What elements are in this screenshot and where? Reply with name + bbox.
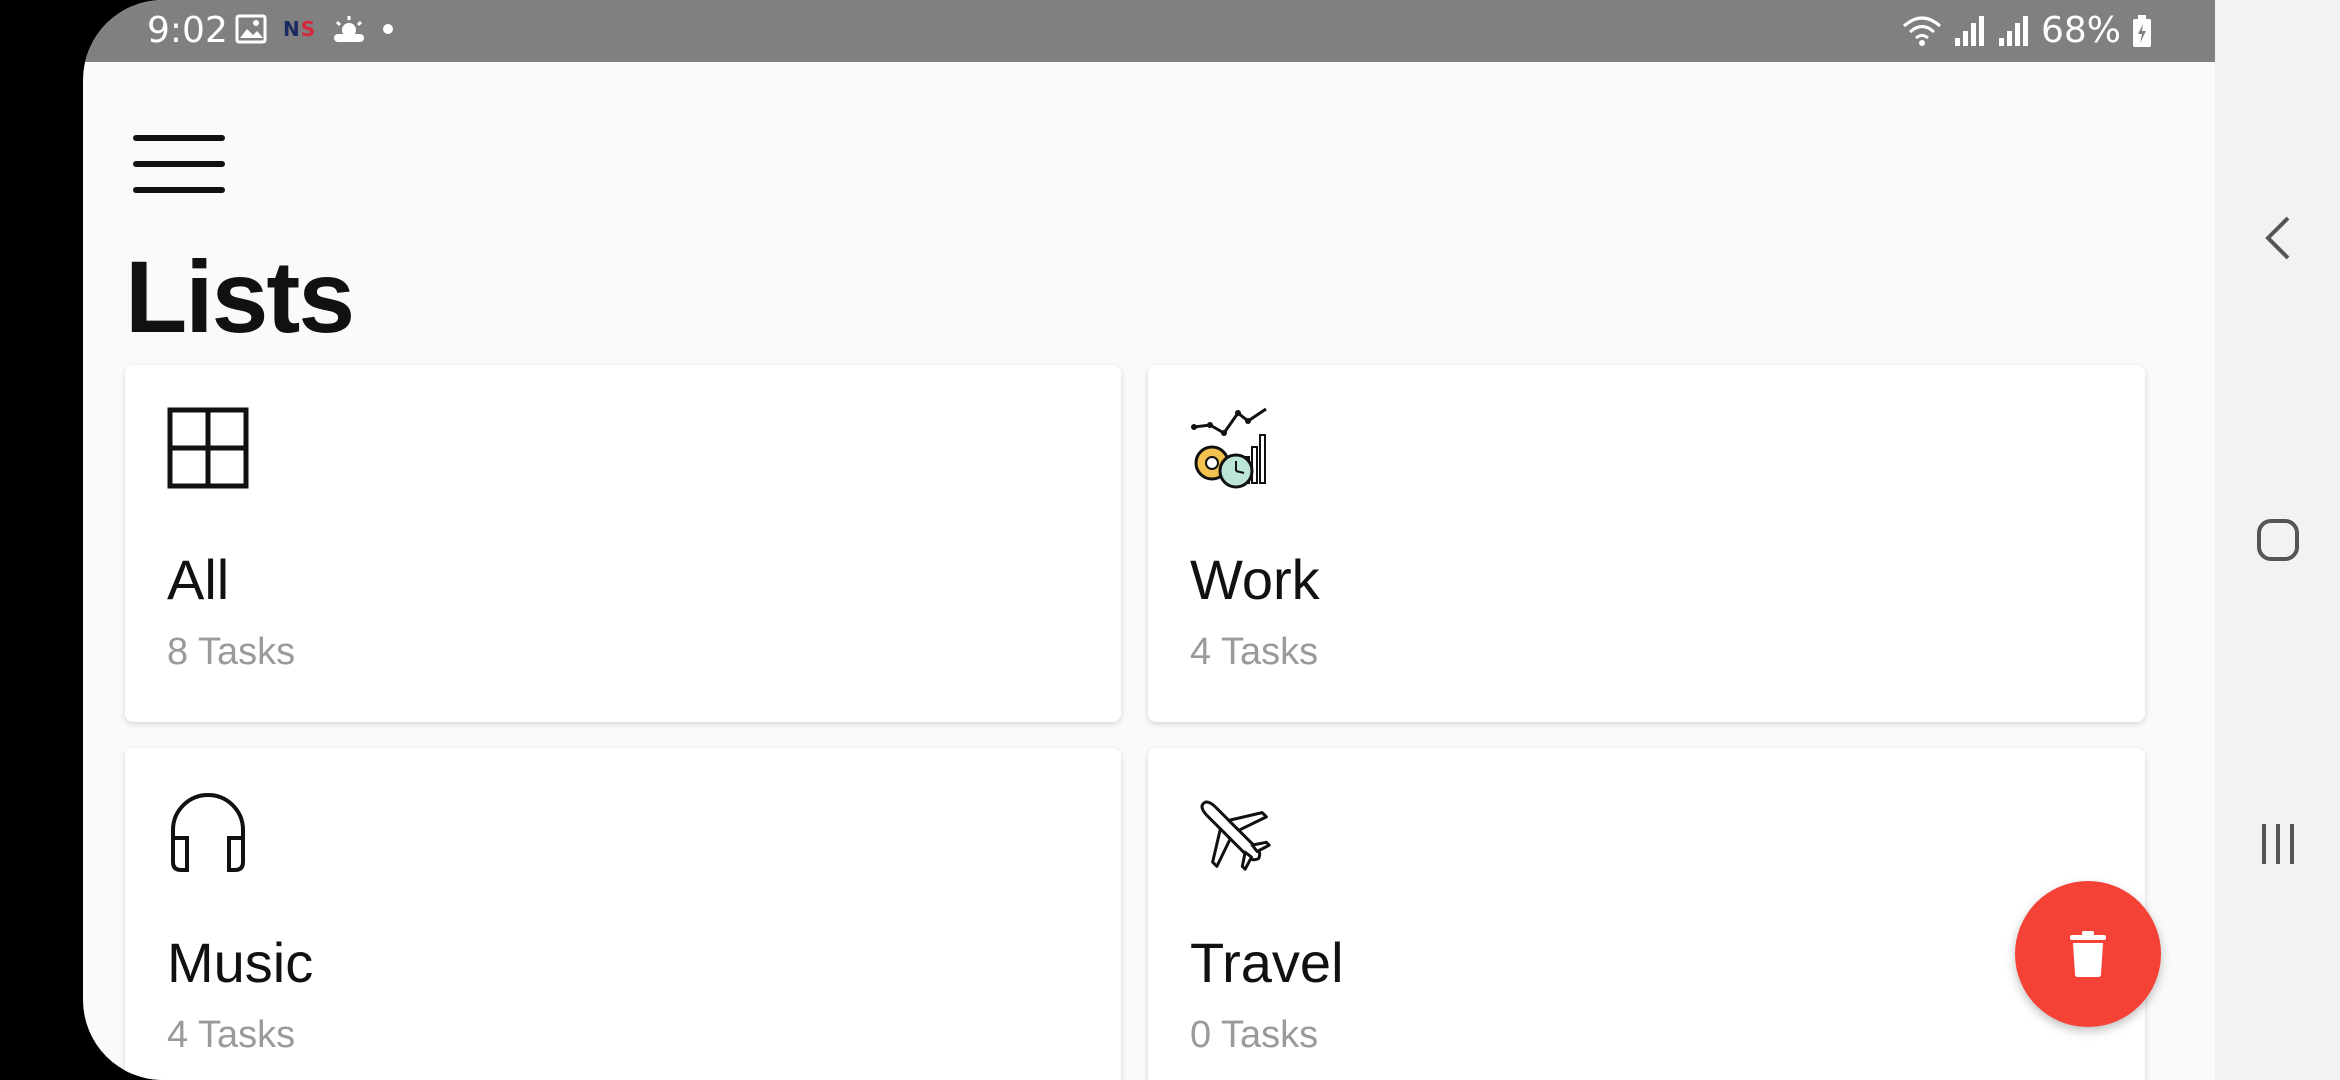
- airplane-icon: [1190, 790, 1272, 872]
- weather-icon: [334, 16, 365, 42]
- work-analytics-icon: [1190, 407, 1272, 489]
- list-task-count: 8 Tasks: [167, 631, 296, 673]
- status-time: 9:02: [147, 10, 228, 51]
- status-right: 68%: [1901, 10, 2153, 51]
- list-name: All: [167, 548, 230, 611]
- signal-icon: [1998, 15, 2028, 46]
- status-bar: 9:02 NS 68%: [83, 0, 2215, 62]
- list-task-count: 4 Tasks: [1190, 631, 1319, 673]
- ns-logo: NS: [283, 17, 317, 41]
- dot-icon: [383, 24, 394, 34]
- list-task-count: 4 Tasks: [167, 1014, 296, 1056]
- list-name: Music: [167, 931, 314, 994]
- list-name: Work: [1190, 548, 1320, 611]
- battery-icon: [2133, 14, 2151, 47]
- list-card-all[interactable]: All 8 Tasks: [125, 365, 1121, 722]
- wifi-icon: [1902, 16, 1941, 46]
- list-card-music[interactable]: Music 4 Tasks: [125, 748, 1121, 1080]
- status-left-icons: NS: [235, 14, 394, 44]
- trash-icon: [2070, 931, 2106, 977]
- app-screen: 9:02 NS 68% Lists All 8 Tasks Work 4 Tas…: [83, 0, 2215, 1080]
- device: 9:02 NS 68% Lists All 8 Tasks Work 4 Tas…: [0, 0, 2340, 1080]
- image-icon: [235, 14, 267, 44]
- battery-percent: 68%: [2040, 10, 2121, 51]
- list-card-travel[interactable]: Travel 0 Tasks: [1148, 748, 2145, 1080]
- grid-icon: [167, 407, 249, 489]
- list-name: Travel: [1190, 931, 1344, 994]
- signal-icon: [1954, 15, 1984, 46]
- home-icon[interactable]: [2250, 512, 2306, 568]
- delete-fab-button[interactable]: [2015, 881, 2161, 1027]
- list-card-work[interactable]: Work 4 Tasks: [1148, 365, 2145, 722]
- recents-icon[interactable]: [2250, 816, 2306, 872]
- page-title: Lists: [125, 240, 355, 354]
- back-icon[interactable]: [2250, 210, 2306, 266]
- list-task-count: 0 Tasks: [1190, 1014, 1319, 1056]
- headphones-icon: [167, 790, 249, 872]
- hamburger-menu-icon[interactable]: [131, 130, 227, 198]
